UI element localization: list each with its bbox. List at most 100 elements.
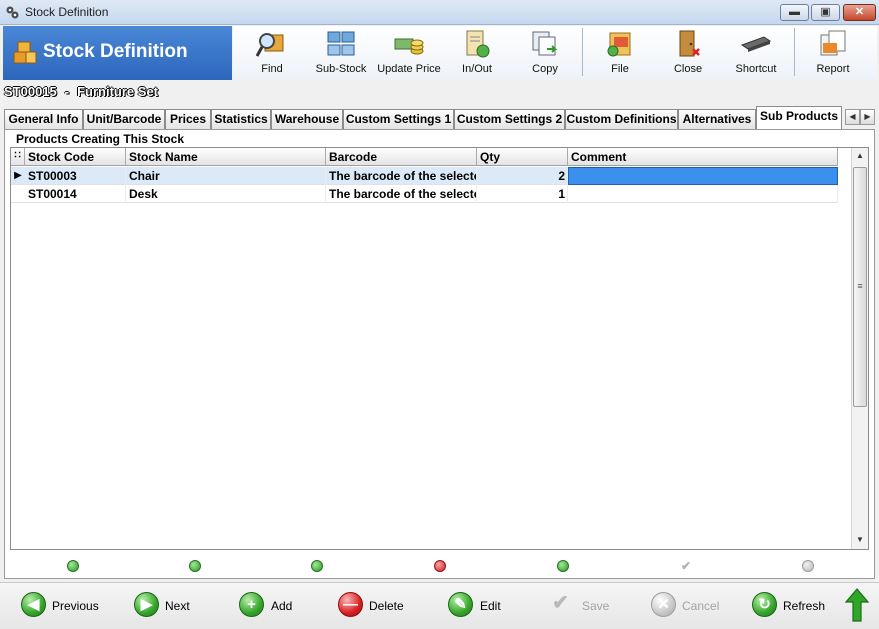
edit-label: Edit xyxy=(480,599,501,613)
minimize-button[interactable]: ▬ xyxy=(780,4,809,21)
cell-stock-code[interactable]: ST00014 xyxy=(25,185,126,203)
find-label: Find xyxy=(261,63,283,75)
cell-stock-code[interactable]: ST00003 xyxy=(25,167,126,185)
cell-comment[interactable] xyxy=(568,185,838,203)
record-name: Furniture Set xyxy=(77,84,159,99)
sub-stock-button[interactable]: Sub-Stock xyxy=(307,26,375,80)
tab-general-info[interactable]: General Info xyxy=(4,109,83,129)
scroll-thumb[interactable]: ≡ xyxy=(853,167,867,407)
column-header-stock-code[interactable]: Stock Code xyxy=(25,148,126,166)
arrow-up-icon[interactable] xyxy=(845,588,869,622)
find-button[interactable]: Find xyxy=(238,26,306,80)
update-price-button[interactable]: Update Price xyxy=(375,26,443,80)
tab-label: Statistics xyxy=(214,112,268,126)
refresh-icon: ↻ xyxy=(752,592,777,617)
cell-barcode[interactable]: The barcode of the selecte xyxy=(326,167,477,185)
tab-scroll-right[interactable]: ▶ xyxy=(860,109,875,125)
sub-products-panel: Products Creating This Stock ∷ Stock Cod… xyxy=(4,129,875,579)
table-row[interactable]: ▶ ST00003 Chair The barcode of the selec… xyxy=(11,167,838,185)
copy-label: Copy xyxy=(532,63,558,75)
grid-nav-cancel-icon[interactable] xyxy=(802,560,814,572)
app-icon xyxy=(6,6,19,19)
copy-button[interactable]: Copy xyxy=(511,26,579,80)
column-header-comment[interactable]: Comment xyxy=(568,148,838,166)
cancel-label: Cancel xyxy=(682,599,720,613)
grid-nav-edit-icon[interactable] xyxy=(557,560,569,572)
grid-nav-save-icon[interactable]: ✔ xyxy=(680,560,692,572)
arrow-left-icon: ◀ xyxy=(21,592,46,617)
minus-icon: — xyxy=(338,592,363,617)
minimize-icon: ▬ xyxy=(789,6,800,18)
close-button[interactable]: Close xyxy=(654,26,722,80)
tab-label: Prices xyxy=(169,112,207,126)
cell-qty[interactable]: 1 xyxy=(477,185,568,203)
chevron-left-icon: ◀ xyxy=(849,112,856,121)
in-out-button[interactable]: In/Out xyxy=(443,26,511,80)
shortcut-label: Shortcut xyxy=(735,63,777,75)
tab-label: Unit/Barcode xyxy=(86,112,162,126)
toolbar-separator xyxy=(794,28,795,76)
report-button[interactable]: Report xyxy=(799,26,867,80)
tab-label: Custom Settings 2 xyxy=(456,112,563,126)
report-label: Report xyxy=(816,63,850,75)
cell-barcode[interactable]: The barcode of the selecte xyxy=(326,185,477,203)
tab-custom-settings-2[interactable]: Custom Settings 2 xyxy=(454,109,565,129)
sub-products-grid: ∷ Stock Code Stock Name Barcode Qty Comm… xyxy=(10,147,869,550)
scroll-up-icon[interactable]: ▲ xyxy=(852,148,868,164)
shortcut-button[interactable]: Shortcut xyxy=(722,26,790,80)
tab-alternatives[interactable]: Alternatives xyxy=(678,109,756,129)
arrow-right-icon: ▶ xyxy=(134,592,159,617)
tab-scroll-left[interactable]: ◀ xyxy=(845,109,860,125)
tab-label: Warehouse xyxy=(274,112,340,126)
sub-stock-label: Sub-Stock xyxy=(315,63,367,75)
grid-nav-next-icon[interactable] xyxy=(189,560,201,572)
plus-icon: + xyxy=(239,592,264,617)
column-header-barcode[interactable]: Barcode xyxy=(326,148,477,166)
file-icon xyxy=(607,32,631,57)
group-label: Products Creating This Stock xyxy=(13,132,188,146)
column-header-stock-name[interactable]: Stock Name xyxy=(126,148,326,166)
tab-custom-definitions[interactable]: Custom Definitions xyxy=(565,109,678,129)
cell-stock-name[interactable]: Desk xyxy=(126,185,326,203)
copy-icon xyxy=(532,31,558,56)
tab-prices[interactable]: Prices xyxy=(165,109,211,129)
report-icon xyxy=(820,30,846,56)
tab-custom-settings-1[interactable]: Custom Settings 1 xyxy=(343,109,454,129)
tab-label: Sub Products xyxy=(759,109,838,123)
toolbar-separator xyxy=(582,28,583,76)
maximize-button[interactable]: ▣ xyxy=(811,4,840,21)
window-title: Stock Definition xyxy=(25,5,109,19)
close-window-button[interactable]: ✕ xyxy=(843,4,876,21)
grid-nav-previous-icon[interactable] xyxy=(67,560,79,572)
update-price-label: Update Price xyxy=(377,63,441,75)
tab-warehouse[interactable]: Warehouse xyxy=(271,109,343,129)
tab-label: General Info xyxy=(8,112,79,126)
record-code: ST00015 xyxy=(4,84,57,99)
toolbar: Find Sub-Stock Update Price In/Out Copy … xyxy=(233,26,877,80)
tab-unit-barcode[interactable]: Unit/Barcode xyxy=(83,109,165,129)
column-chooser-icon[interactable]: ∷ xyxy=(11,148,25,166)
grid-nav-add-icon[interactable] xyxy=(311,560,323,572)
save-label: Save xyxy=(582,599,610,613)
grid-vertical-scrollbar[interactable]: ▲ ≡ ▼ xyxy=(851,148,868,549)
column-header-qty[interactable]: Qty xyxy=(477,148,568,166)
in-out-icon xyxy=(466,30,490,58)
tab-label: Custom Definitions xyxy=(566,112,677,126)
tab-statistics[interactable]: Statistics xyxy=(211,109,271,129)
update-price-icon xyxy=(394,38,424,55)
current-row-indicator-icon: ▶ xyxy=(14,170,22,181)
cell-stock-name[interactable]: Chair xyxy=(126,167,326,185)
file-button[interactable]: File xyxy=(586,26,654,80)
cell-comment[interactable] xyxy=(568,167,838,185)
grid-nav-delete-icon[interactable] xyxy=(434,560,446,572)
scroll-down-icon[interactable]: ▼ xyxy=(852,532,868,548)
chevron-right-icon: ▶ xyxy=(864,112,871,121)
stock-boxes-icon xyxy=(13,41,37,64)
file-label: File xyxy=(611,63,629,75)
cell-qty[interactable]: 2 xyxy=(477,167,568,185)
table-row[interactable]: ST00014 Desk The barcode of the selecte … xyxy=(11,185,838,203)
row-indicator xyxy=(11,185,25,203)
tab-sub-products[interactable]: Sub Products xyxy=(756,106,842,129)
bottom-navigator: ◀ Previous ▶ Next + Add — Delete ✎ Edit … xyxy=(0,582,879,629)
keyboard-icon xyxy=(740,36,772,52)
